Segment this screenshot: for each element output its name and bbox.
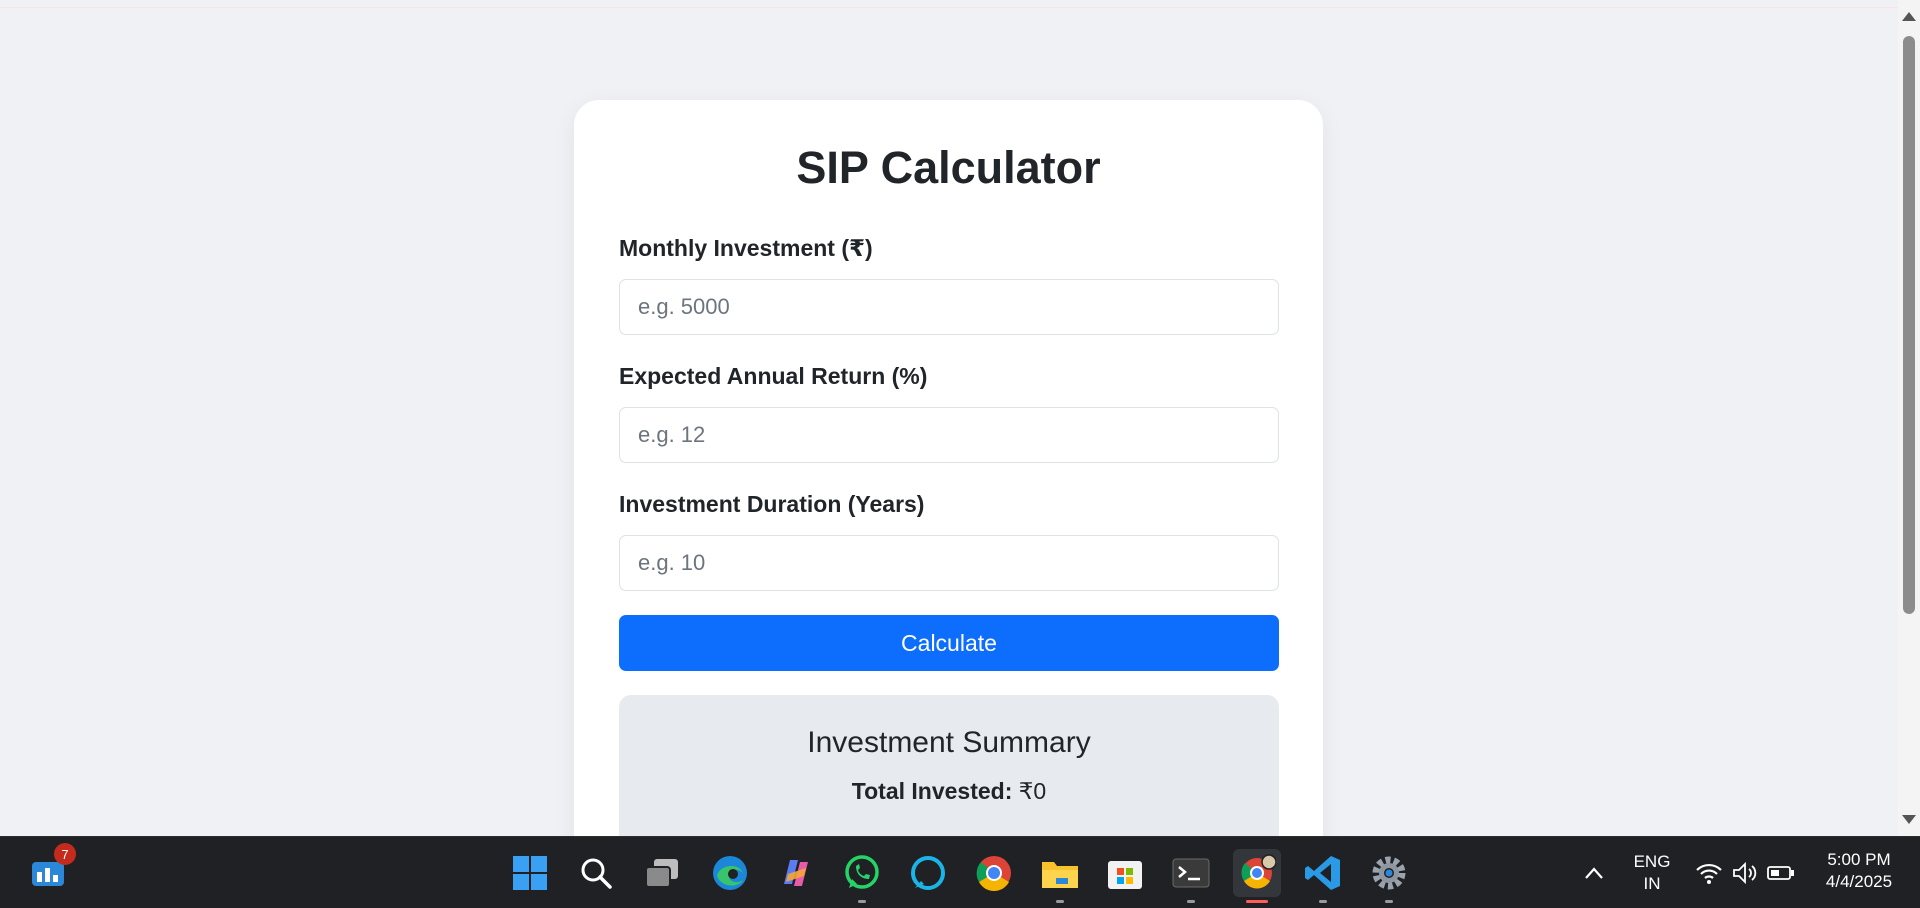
volume-icon bbox=[1733, 861, 1757, 885]
battery-icon bbox=[1767, 866, 1794, 880]
terminal-running-indicator bbox=[1187, 900, 1195, 903]
whatsapp-icon bbox=[845, 855, 879, 889]
monthly-investment-label: Monthly Investment (₹) bbox=[619, 235, 873, 261]
total-invested-label: Total Invested: bbox=[851, 778, 1013, 804]
terminal-button[interactable] bbox=[1167, 849, 1215, 903]
chrome-profile-icon bbox=[1241, 854, 1276, 889]
volume-button[interactable] bbox=[1726, 849, 1764, 897]
scroll-up-arrow-icon[interactable] bbox=[1902, 12, 1916, 21]
vscode-running-indicator bbox=[1319, 900, 1327, 903]
terminal-icon bbox=[1172, 858, 1210, 888]
search-button[interactable] bbox=[572, 849, 620, 897]
task-view-button[interactable] bbox=[638, 849, 686, 897]
language-indicator[interactable]: ENG IN bbox=[1628, 851, 1676, 895]
battery-button[interactable] bbox=[1762, 849, 1800, 897]
chevron-up-icon bbox=[1585, 867, 1603, 879]
network-button[interactable] bbox=[1690, 849, 1728, 897]
search-icon bbox=[581, 858, 612, 889]
file-explorer-running-indicator bbox=[1056, 900, 1064, 903]
edge-icon bbox=[713, 856, 747, 890]
copilot-icon bbox=[784, 860, 808, 886]
file-explorer-button[interactable] bbox=[1036, 849, 1084, 903]
alexa-button[interactable] bbox=[904, 849, 952, 897]
scroll-down-arrow-icon[interactable] bbox=[1902, 815, 1916, 824]
widgets-button[interactable]: 7 bbox=[24, 843, 76, 897]
sip-calculator-card: SIP Calculator Monthly Investment (₹) Ex… bbox=[574, 100, 1323, 836]
widgets-badge: 7 bbox=[54, 843, 76, 865]
task-view-icon bbox=[645, 859, 678, 888]
start-button[interactable] bbox=[506, 849, 554, 897]
clock[interactable]: 5:00 PM 4/4/2025 bbox=[1810, 849, 1908, 893]
windows-taskbar: 7 ENG IN 5:00 PM 4/4/2025 bbox=[0, 836, 1920, 908]
annual-return-label: Expected Annual Return (%) bbox=[619, 363, 928, 389]
calculate-button[interactable]: Calculate bbox=[619, 615, 1279, 671]
language-code: ENG bbox=[1633, 852, 1671, 871]
copilot-button[interactable] bbox=[771, 849, 819, 897]
annual-return-input[interactable] bbox=[619, 407, 1279, 463]
investment-summary-panel: Investment Summary Total Invested: ₹0 bbox=[619, 695, 1279, 836]
duration-label: Investment Duration (Years) bbox=[619, 491, 925, 517]
file-explorer-icon bbox=[1042, 862, 1078, 888]
start-icon bbox=[513, 856, 547, 890]
vscode-button[interactable] bbox=[1299, 849, 1347, 903]
top-strip bbox=[0, 0, 1898, 8]
settings-icon bbox=[1372, 856, 1406, 890]
scroll-thumb[interactable] bbox=[1903, 36, 1915, 614]
region-code: IN bbox=[1643, 874, 1661, 893]
settings-running-indicator bbox=[1385, 900, 1393, 903]
duration-input[interactable] bbox=[619, 535, 1279, 591]
page-scrollbar[interactable] bbox=[1898, 0, 1920, 836]
whatsapp-button[interactable] bbox=[838, 849, 886, 903]
clock-date: 4/4/2025 bbox=[1825, 872, 1893, 891]
store-button[interactable] bbox=[1101, 849, 1149, 897]
wifi-icon bbox=[1696, 863, 1722, 884]
browser-viewport: SIP Calculator Monthly Investment (₹) Ex… bbox=[0, 0, 1898, 836]
alexa-icon bbox=[911, 856, 945, 890]
clock-time: 5:00 PM bbox=[1827, 850, 1891, 869]
monthly-investment-input[interactable] bbox=[619, 279, 1279, 335]
total-invested-value: ₹0 bbox=[1018, 778, 1047, 804]
edge-button[interactable] bbox=[706, 849, 754, 897]
chrome-icon bbox=[976, 856, 1011, 891]
page-title: SIP Calculator bbox=[796, 142, 1101, 193]
settings-button[interactable] bbox=[1365, 849, 1413, 903]
chrome-active-indicator bbox=[1246, 900, 1268, 903]
show-hidden-icons-button[interactable] bbox=[1572, 849, 1616, 897]
total-invested-line: Total Invested: ₹0 bbox=[619, 778, 1279, 805]
chrome-button[interactable] bbox=[970, 849, 1018, 897]
chrome-profile-button[interactable] bbox=[1233, 849, 1281, 903]
store-icon bbox=[1108, 861, 1142, 889]
vscode-icon bbox=[1305, 856, 1340, 890]
whatsapp-running-indicator bbox=[858, 900, 866, 903]
summary-title: Investment Summary bbox=[807, 726, 1091, 759]
